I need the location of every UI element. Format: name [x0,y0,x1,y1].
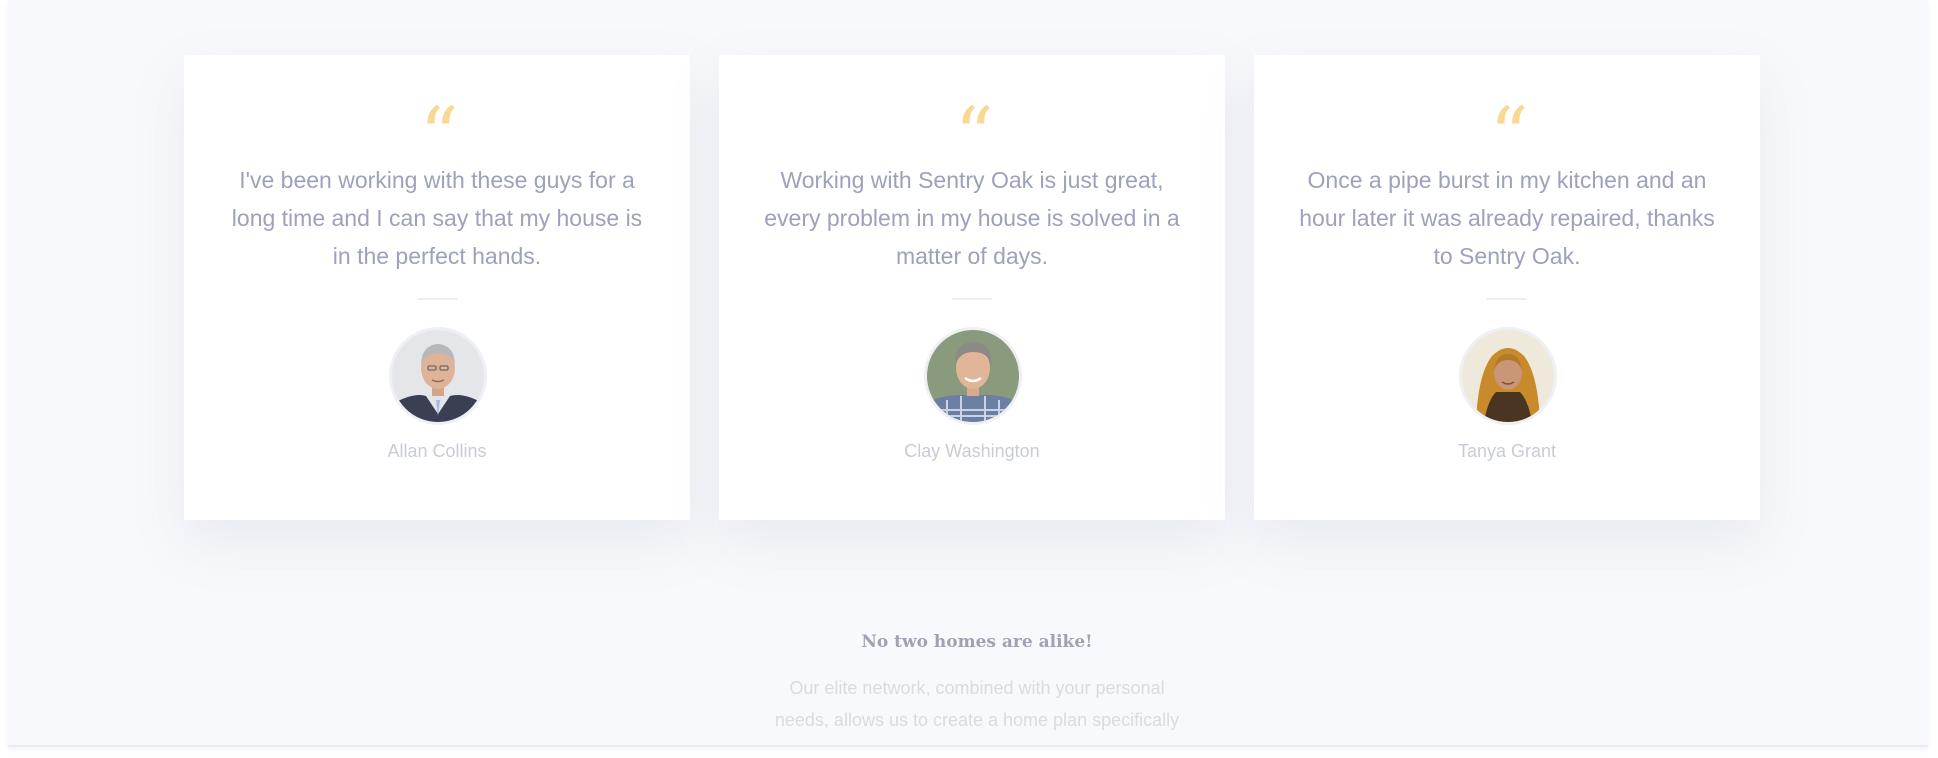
testimonial-card-allan-collins: “ I've been working with these guys for … [184,55,690,520]
divider [952,298,992,300]
promo-text: Our elite network, combined with your pe… [8,672,1938,736]
testimonial-author-name: Clay Washington [904,441,1040,461]
testimonial-card-tanya-grant: “ Once a pipe burst in my kitchen and an… [1254,55,1760,520]
quote-icon: “ [419,90,459,179]
testimonial-quote: Working with Sentry Oak is just great, e… [764,167,1180,269]
testimonials-section: “ I've been working with these guys for … [8,0,1928,747]
promo-text-line: Our elite network, combined with your pe… [789,678,1165,698]
page: “ I've been working with these guys for … [0,0,1938,758]
promo-heading: No two homes are alike! [861,632,1093,652]
promo-text-line: needs, allows us to create a home plan s… [774,710,1180,730]
avatar-clay-washington [924,327,1022,425]
testimonial-author-name: Allan Collins [387,441,487,461]
testimonial-author-name: Tanya Grant [1457,441,1557,461]
avatar-allan-collins [389,327,487,425]
testimonial-card-clay-washington: “ Working with Sentry Oak is just great,… [719,55,1225,520]
testimonial-quote: Once a pipe burst in my kitchen and an h… [1299,167,1715,269]
testimonial-quote: I've been working with these guys for a … [231,167,643,269]
avatar-tanya-grant [1459,327,1557,425]
quote-icon: “ [1489,90,1529,179]
divider [1487,298,1527,300]
quote-icon: “ [954,90,994,179]
divider [417,298,457,300]
